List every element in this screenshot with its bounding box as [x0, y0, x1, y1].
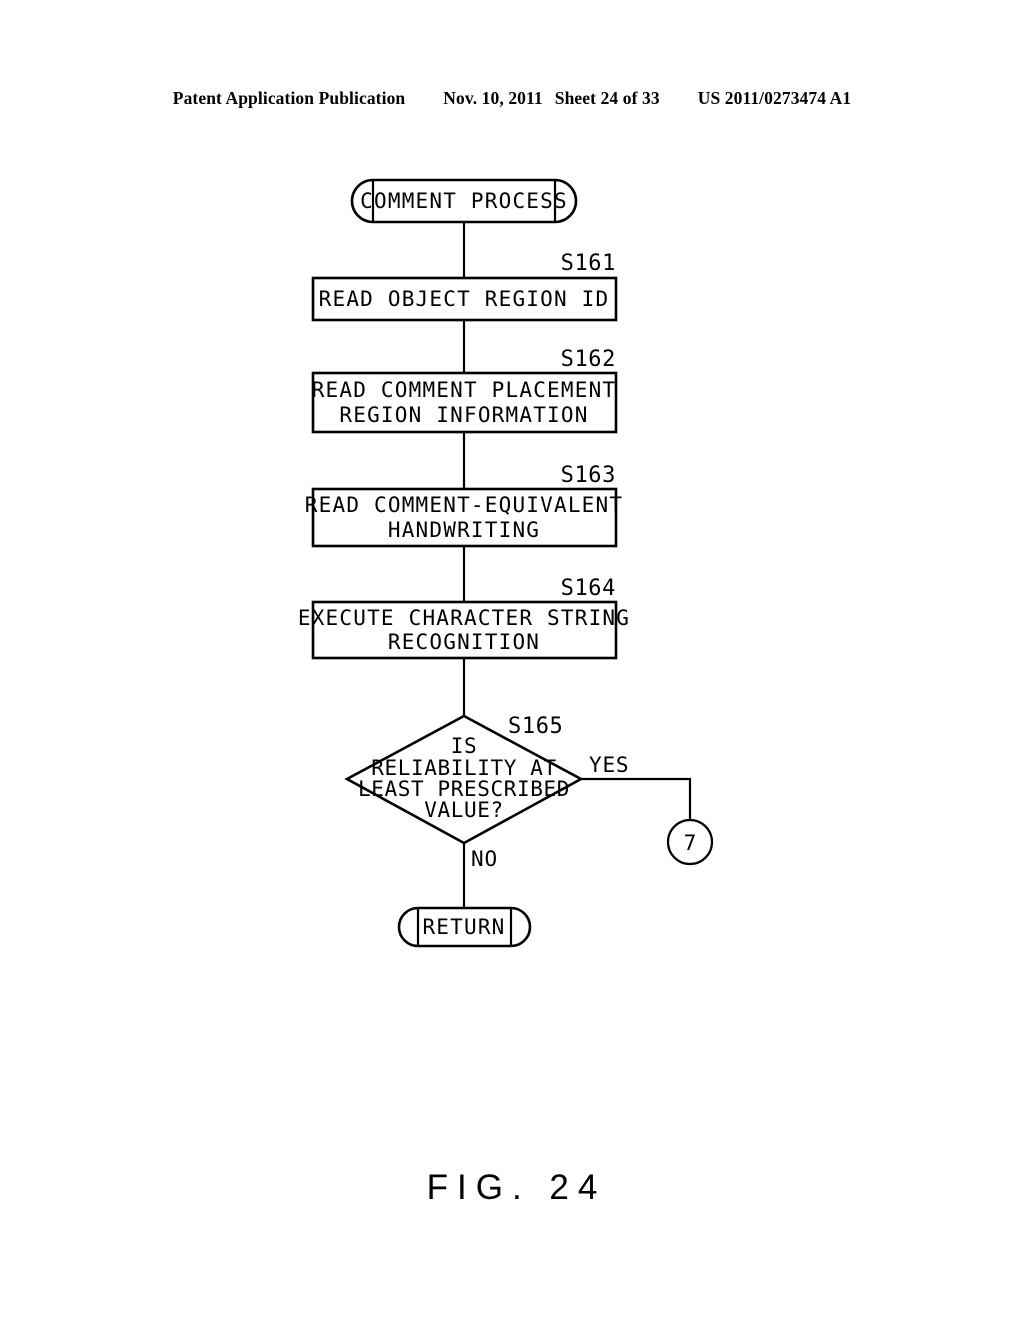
step-label-s164: S164	[561, 576, 616, 601]
decision-text-s165-line4: VALUE?	[424, 798, 503, 822]
terminal-start: COMMENT PROCESS	[350, 178, 578, 224]
step-label-s161: S161	[561, 251, 616, 276]
process-text-s161-line1: READ OBJECT REGION ID	[319, 287, 610, 311]
step-label-s162: S162	[561, 347, 616, 372]
process-text-s162-line2: REGION INFORMATION	[339, 403, 588, 427]
offpage-connector-label: 7	[684, 831, 697, 855]
process-text-s163-line1: READ COMMENT-EQUIVALENT	[305, 493, 623, 517]
process-text-s162-line1: READ COMMENT PLACEMENT	[312, 378, 617, 402]
connector-s165-yes-to-circle	[581, 777, 692, 820]
process-text-s164-line1: EXECUTE CHARACTER STRING	[298, 606, 630, 630]
terminal-return-label: RETURN	[422, 915, 505, 939]
decision-text-s165-line1: IS	[451, 734, 478, 758]
branch-label-no: NO	[471, 847, 498, 871]
terminal-return: RETURN	[397, 906, 532, 948]
flowchart-diagram: COMMENT PROCESS S161 READ OBJECT REGION …	[0, 0, 1024, 1320]
process-text-s164-line2: RECOGNITION	[388, 630, 540, 654]
process-text-s163-line2: HANDWRITING	[388, 518, 540, 542]
offpage-connector-7: 7	[666, 818, 714, 866]
decision-step-s165: S165 IS RELIABILITY AT LEAST PRESCRIBED …	[344, 714, 584, 845]
branch-label-yes: YES	[589, 753, 629, 777]
terminal-start-label: COMMENT PROCESS	[360, 189, 568, 213]
step-label-s163: S163	[561, 463, 616, 488]
step-label-s165: S165	[508, 714, 563, 739]
figure-caption: FIG. 24	[426, 1168, 607, 1207]
